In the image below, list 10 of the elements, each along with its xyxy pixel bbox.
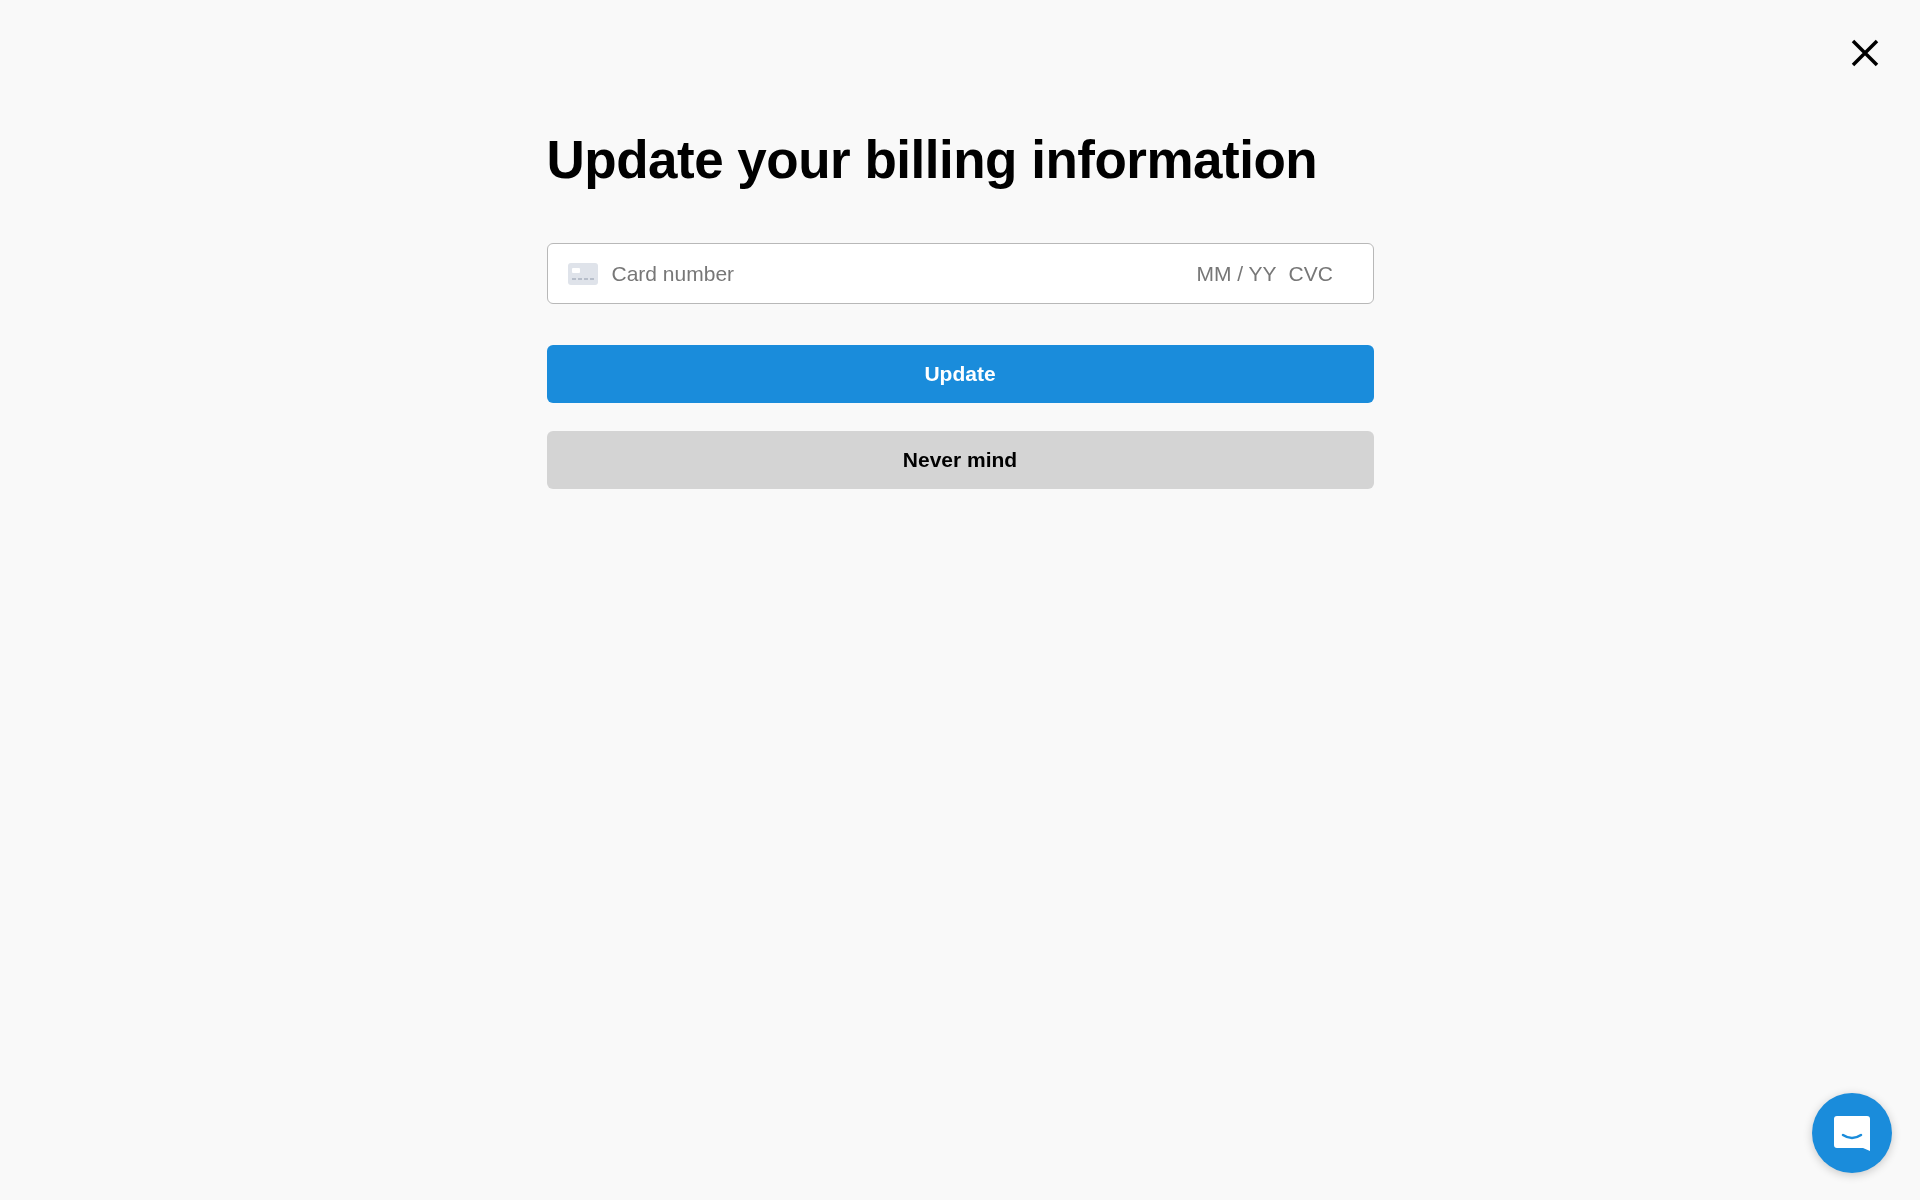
never-mind-button[interactable]: Never mind (546, 431, 1374, 489)
cvc-input[interactable]: CVC (1288, 258, 1337, 289)
chat-launcher-button[interactable] (1812, 1093, 1892, 1173)
card-field[interactable]: Card number MM / YY CVC (546, 243, 1374, 304)
dialog-title: Update your billing information (546, 129, 1318, 191)
expiry-input[interactable]: MM / YY (1196, 258, 1279, 289)
chat-icon (1832, 1113, 1872, 1153)
card-icon (567, 262, 598, 285)
card-number-input[interactable]: Card number (611, 258, 1183, 289)
update-button[interactable]: Update (546, 345, 1374, 403)
